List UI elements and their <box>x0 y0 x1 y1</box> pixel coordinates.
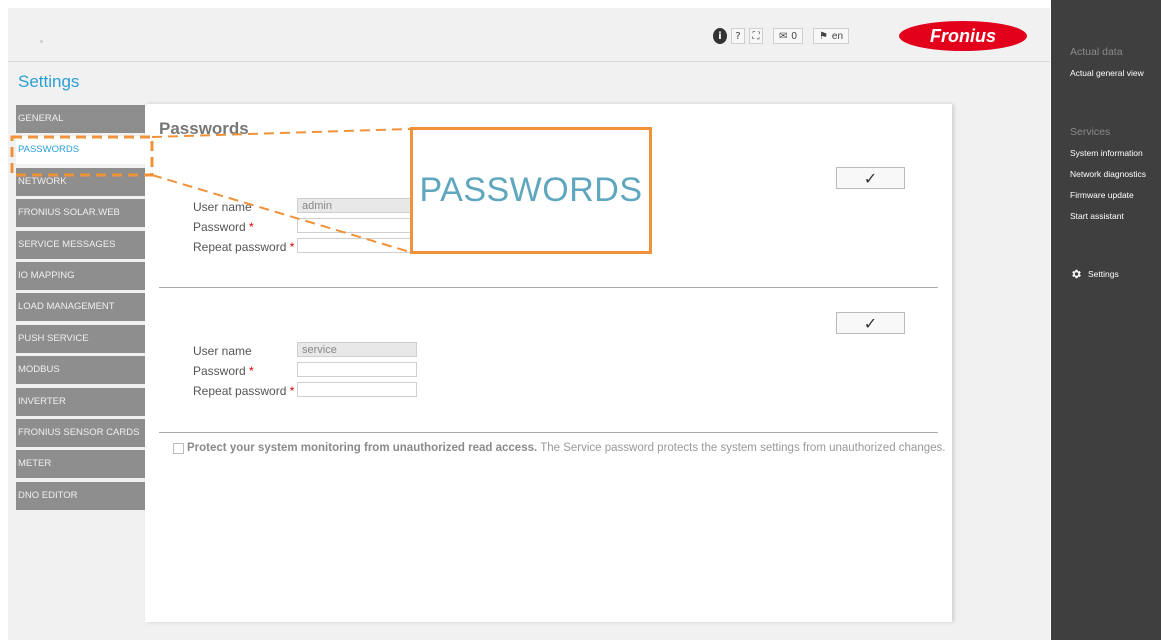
panel-title: Passwords <box>159 119 249 138</box>
right-navigation: Actual data Actual general view Services… <box>1051 0 1161 640</box>
section-divider <box>159 287 938 288</box>
admin-password-field[interactable] <box>297 218 417 233</box>
messages-button[interactable]: ✉ 0 <box>773 28 803 44</box>
nav-item-general[interactable]: GENERAL <box>16 105 145 133</box>
messages-count: 0 <box>791 30 797 42</box>
admin-confirm-button[interactable]: ✓ <box>836 167 905 189</box>
settings-label: Settings <box>1088 269 1119 279</box>
callout-text: PASSWORDS <box>419 171 643 209</box>
info-icon[interactable]: i <box>713 28 727 44</box>
system-information-link[interactable]: System information <box>1070 148 1143 158</box>
network-diagnostics-link[interactable]: Network diagnostics <box>1070 169 1146 179</box>
callout-zoom-box: PASSWORDS <box>410 127 652 254</box>
start-assistant-link[interactable]: Start assistant <box>1070 211 1124 221</box>
protect-read-access: Protect your system monitoring from unau… <box>173 442 945 454</box>
nav-item-passwords[interactable]: PASSWORDS <box>16 136 145 165</box>
service-username-label: User name <box>193 344 252 358</box>
service-confirm-button[interactable]: ✓ <box>836 312 905 334</box>
nav-item-modbus[interactable]: MODBUS <box>16 356 145 385</box>
nav-item-push-service[interactable]: PUSH SERVICE <box>16 324 145 353</box>
admin-username-field <box>297 198 417 213</box>
services-heading: Services <box>1070 126 1111 138</box>
admin-username-label: User name <box>193 200 252 214</box>
language-label: en <box>831 30 844 42</box>
nav-item-solar-web[interactable]: FRONIUS SOLAR.WEB <box>16 199 145 228</box>
admin-repeat-label: Repeat password * <box>193 240 295 254</box>
settings-sidebar: GENERAL PASSWORDS NETWORK FRONIUS SOLAR.… <box>16 105 145 513</box>
page-title: Settings <box>18 72 80 91</box>
nav-item-inverter[interactable]: INVERTER <box>16 387 145 416</box>
service-password-field[interactable] <box>297 362 417 377</box>
protect-text: The Service password protects the system… <box>540 442 946 454</box>
envelope-icon: ✉ <box>779 30 788 42</box>
gear-icon <box>1072 269 1081 279</box>
service-repeat-label: Repeat password * <box>193 384 295 398</box>
help-icon[interactable]: ? <box>731 28 745 44</box>
actual-data-heading: Actual data <box>1070 46 1123 58</box>
section-divider <box>159 432 938 433</box>
corner-dot <box>40 40 43 43</box>
admin-password-label: Password * <box>193 220 254 234</box>
checkmark-icon: ✓ <box>863 168 878 188</box>
service-password-label: Password * <box>193 364 254 378</box>
logo-text: Fronius <box>930 26 996 46</box>
nav-item-io-mapping[interactable]: IO MAPPING <box>16 261 145 290</box>
protect-bold-text: Protect your system monitoring from unau… <box>187 442 538 454</box>
firmware-update-link[interactable]: Firmware update <box>1070 190 1134 200</box>
settings-link[interactable]: Settings <box>1070 268 1119 280</box>
language-button[interactable]: ⚑ en <box>812 28 850 44</box>
service-username-field <box>297 342 417 357</box>
nav-item-service-messages[interactable]: SERVICE MESSAGES <box>16 230 145 259</box>
nav-item-network[interactable]: NETWORK <box>16 167 145 196</box>
nav-item-load-management[interactable]: LOAD MANAGEMENT <box>16 293 145 322</box>
fullscreen-icon[interactable]: ⛶ <box>749 28 763 44</box>
flag-icon: ⚑ <box>818 30 828 42</box>
header-toolbar: i ? ⛶ ✉ 0 ⚑ en <box>713 27 850 45</box>
nav-item-meter[interactable]: METER <box>16 450 145 479</box>
actual-general-view-link[interactable]: Actual general view <box>1070 68 1144 78</box>
checkmark-icon: ✓ <box>863 313 878 333</box>
fronius-logo: Fronius <box>898 20 1028 52</box>
header-divider <box>8 61 1050 62</box>
nav-item-sensor-cards[interactable]: FRONIUS SENSOR CARDS <box>16 418 145 447</box>
nav-item-dno-editor[interactable]: DNO EDITOR <box>16 481 145 510</box>
admin-repeat-field[interactable] <box>297 238 417 253</box>
service-repeat-field[interactable] <box>297 382 417 397</box>
protect-checkbox[interactable] <box>173 442 184 454</box>
